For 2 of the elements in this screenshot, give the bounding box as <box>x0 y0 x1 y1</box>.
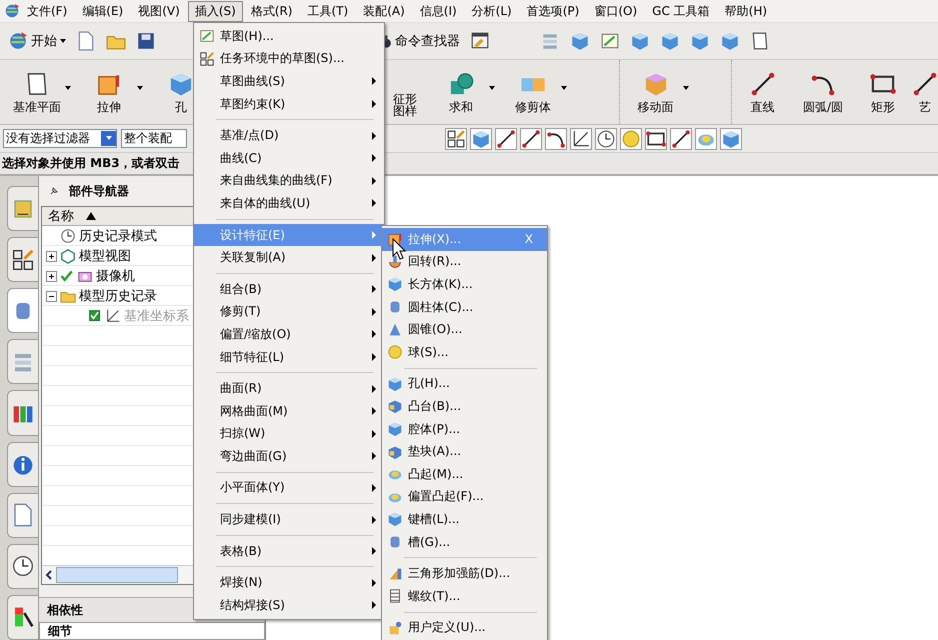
status-prompt: 选择对象并使用 MB3，或者双击 <box>2 155 180 172</box>
panel-title: 部件导航器 <box>69 182 129 200</box>
